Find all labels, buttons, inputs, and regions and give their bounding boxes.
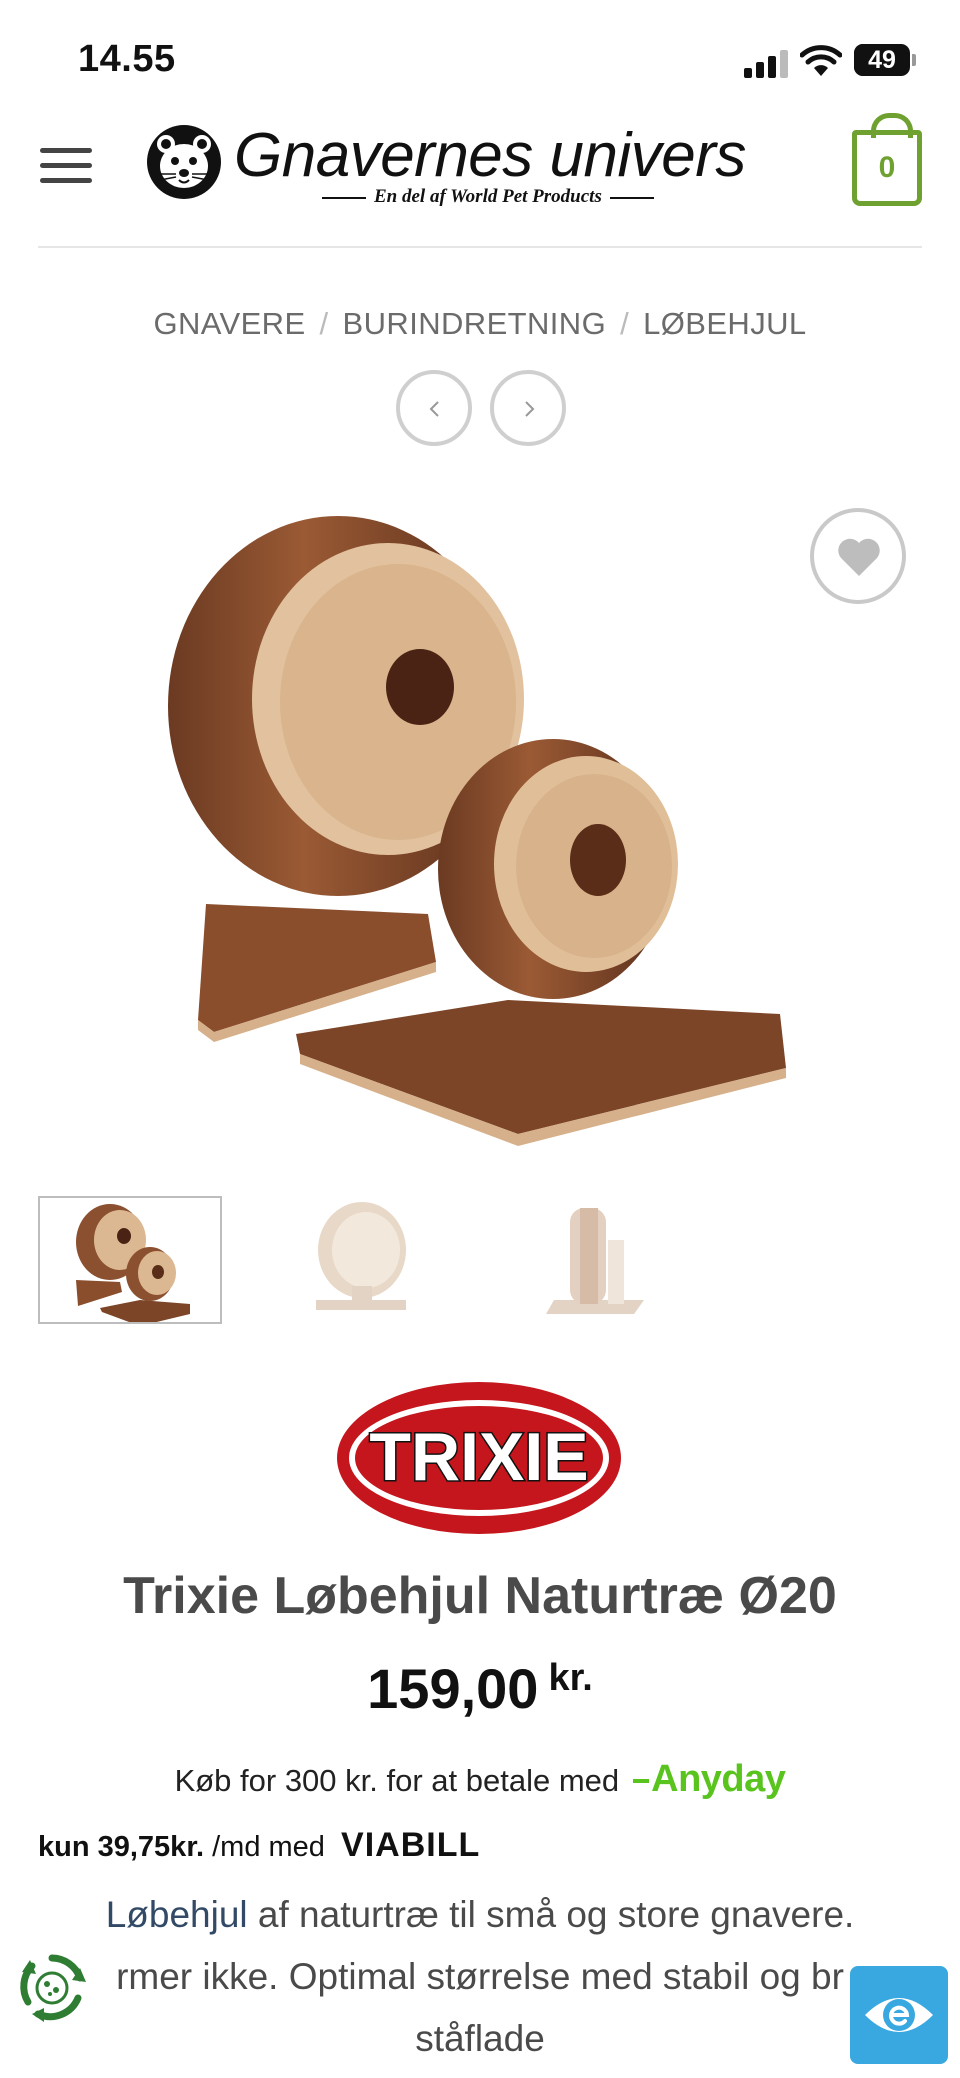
breadcrumb-item-lobehjul[interactable]: LØBEHJUL <box>643 306 806 341</box>
heart-icon <box>838 538 880 576</box>
battery-icon: 49 <box>854 44 916 76</box>
eye-icon <box>865 1998 933 2032</box>
previous-product-button[interactable] <box>396 370 472 446</box>
viabill-amount: kun 39,75kr. <box>38 1831 205 1863</box>
logo-title: Gnavernes univers <box>234 121 746 190</box>
breadcrumb-separator: / <box>620 306 630 341</box>
product-thumbnails <box>38 1196 922 1326</box>
price-amount: 159,00 <box>367 1657 539 1720</box>
site-header: Gnavernes univers En del af World Pet Pr… <box>0 110 960 250</box>
site-logo[interactable]: Gnavernes univers En del af World Pet Pr… <box>142 116 812 216</box>
anyday-text: Køb for 300 kr. for at betale med <box>174 1763 620 1798</box>
product-title: Trixie Løbehjul Naturtræ Ø20 <box>123 1567 837 1625</box>
wifi-icon <box>800 45 842 76</box>
cart-button[interactable]: 0 <box>852 113 922 206</box>
cookie-icon <box>20 1954 86 2022</box>
thumbnail-image <box>546 1208 644 1314</box>
viabill-text: /md med <box>212 1831 325 1863</box>
thumbnail-1[interactable] <box>38 1196 222 1326</box>
product-navigation <box>0 370 960 450</box>
cookie-consent-icon[interactable] <box>16 1952 88 2024</box>
logo-subtitle: En del af World Pet Products <box>314 186 662 208</box>
next-product-button[interactable] <box>490 370 566 446</box>
thumbnail-3[interactable] <box>502 1196 686 1324</box>
breadcrumb-separator: / <box>319 306 329 341</box>
description-line-1: af naturtræ til små og store gnavere. <box>247 1894 855 1935</box>
thumbnail-image <box>316 1202 406 1310</box>
running-wheel-image <box>168 516 786 1146</box>
status-bar: 14.55 49 <box>0 0 960 110</box>
viabill-logo: VIABILL <box>341 1826 481 1864</box>
chevron-right-icon <box>525 401 535 417</box>
viabill-info[interactable]: kun 39,75kr. /md med VIABILL <box>38 1826 480 1865</box>
cart-count: 0 <box>878 151 896 184</box>
battery-level-text: 49 <box>868 46 896 74</box>
chevron-left-icon <box>429 401 439 417</box>
anyday-info[interactable]: Køb for 300 kr. for at betale med Anyday <box>0 1758 960 1801</box>
thumbnail-2[interactable] <box>270 1196 454 1324</box>
breadcrumb: GNAVERE / BURINDRETNING / LØBEHJUL <box>0 306 960 342</box>
thumbnail-image <box>76 1204 190 1326</box>
hamster-logo-icon <box>147 125 221 199</box>
signal-icon <box>744 50 788 78</box>
product-price: 159,00 kr. <box>0 1656 960 1721</box>
brand-logo[interactable]: TRIXIE <box>334 1378 624 1538</box>
header-divider <box>38 246 922 248</box>
product-main-image[interactable] <box>38 494 922 1160</box>
brand-name: TRIXIE <box>369 1419 588 1495</box>
hamburger-menu-icon[interactable] <box>40 144 94 186</box>
breadcrumb-item-gnavere[interactable]: GNAVERE <box>153 306 305 341</box>
breadcrumb-item-burindretning[interactable]: BURINDRETNING <box>343 306 607 341</box>
status-time: 14.55 <box>78 38 176 80</box>
trixie-logo: TRIXIE <box>337 1382 621 1534</box>
anyday-logo: Anyday <box>633 1758 786 1800</box>
description-line-2: rmer ikke. Optimal størrelse med stabil … <box>116 1956 844 1997</box>
product-description: Løbehjul af naturtræ til små og store gn… <box>0 1884 960 2070</box>
wishlist-button[interactable] <box>810 508 906 604</box>
description-line-3: ståflade <box>415 2018 545 2059</box>
price-currency: kr. <box>548 1657 593 1699</box>
accessibility-eye-icon[interactable] <box>850 1966 948 2064</box>
description-link-lobehjul[interactable]: Løbehjul <box>106 1894 248 1935</box>
